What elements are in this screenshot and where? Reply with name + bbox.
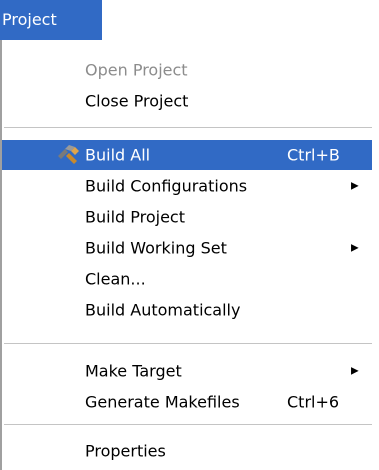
menu-item-shortcut: Ctrl+6 [287, 392, 340, 412]
menu-item-properties[interactable]: Properties [2, 436, 372, 466]
project-dropdown-menu: Open Project Close Project Build All Ctr… [0, 40, 372, 470]
menu-item-label: Build Project [85, 207, 185, 227]
menu-separator [4, 343, 372, 344]
menu-item-build-automatically[interactable]: Build Automatically [2, 295, 372, 325]
menu-item-label: Properties [85, 441, 166, 461]
menu-item-shortcut: Ctrl+B [287, 145, 340, 165]
menu-item-close-project[interactable]: Close Project [2, 86, 372, 116]
submenu-arrow-icon: ▶ [351, 365, 359, 377]
menu-item-label: Make Target [85, 361, 182, 381]
menu-item-build-configurations[interactable]: Build Configurations ▶ [2, 171, 372, 201]
menu-bar: Project [0, 0, 379, 40]
menu-separator [4, 424, 372, 425]
menu-item-build-working-set[interactable]: Build Working Set ▶ [2, 233, 372, 263]
menu-item-make-target[interactable]: Make Target ▶ [2, 356, 372, 386]
menu-item-label: Clean... [85, 269, 146, 289]
menu-item-generate-makefiles[interactable]: Generate Makefiles Ctrl+6 [2, 387, 372, 417]
menu-item-label: Generate Makefiles [85, 392, 240, 412]
menu-project[interactable]: Project [0, 0, 102, 40]
submenu-arrow-icon: ▶ [351, 242, 359, 254]
menu-item-open-project[interactable]: Open Project [2, 55, 372, 85]
menu-item-label: Build Configurations [85, 176, 248, 196]
submenu-arrow-icon: ▶ [351, 180, 359, 192]
menu-item-build-all[interactable]: Build All Ctrl+B [2, 140, 372, 170]
menu-item-label: Close Project [85, 91, 189, 111]
menu-item-label: Open Project [85, 60, 188, 80]
menu-separator [4, 127, 372, 128]
menu-item-build-project[interactable]: Build Project [2, 202, 372, 232]
menu-item-clean[interactable]: Clean... [2, 264, 372, 294]
menu-item-label: Build Working Set [85, 238, 227, 258]
hammer-icon [55, 143, 81, 167]
screen: Project Open Project Close Project Build… [0, 0, 379, 470]
menu-item-label: Build All [85, 145, 151, 165]
menu-item-label: Build Automatically [85, 300, 241, 320]
